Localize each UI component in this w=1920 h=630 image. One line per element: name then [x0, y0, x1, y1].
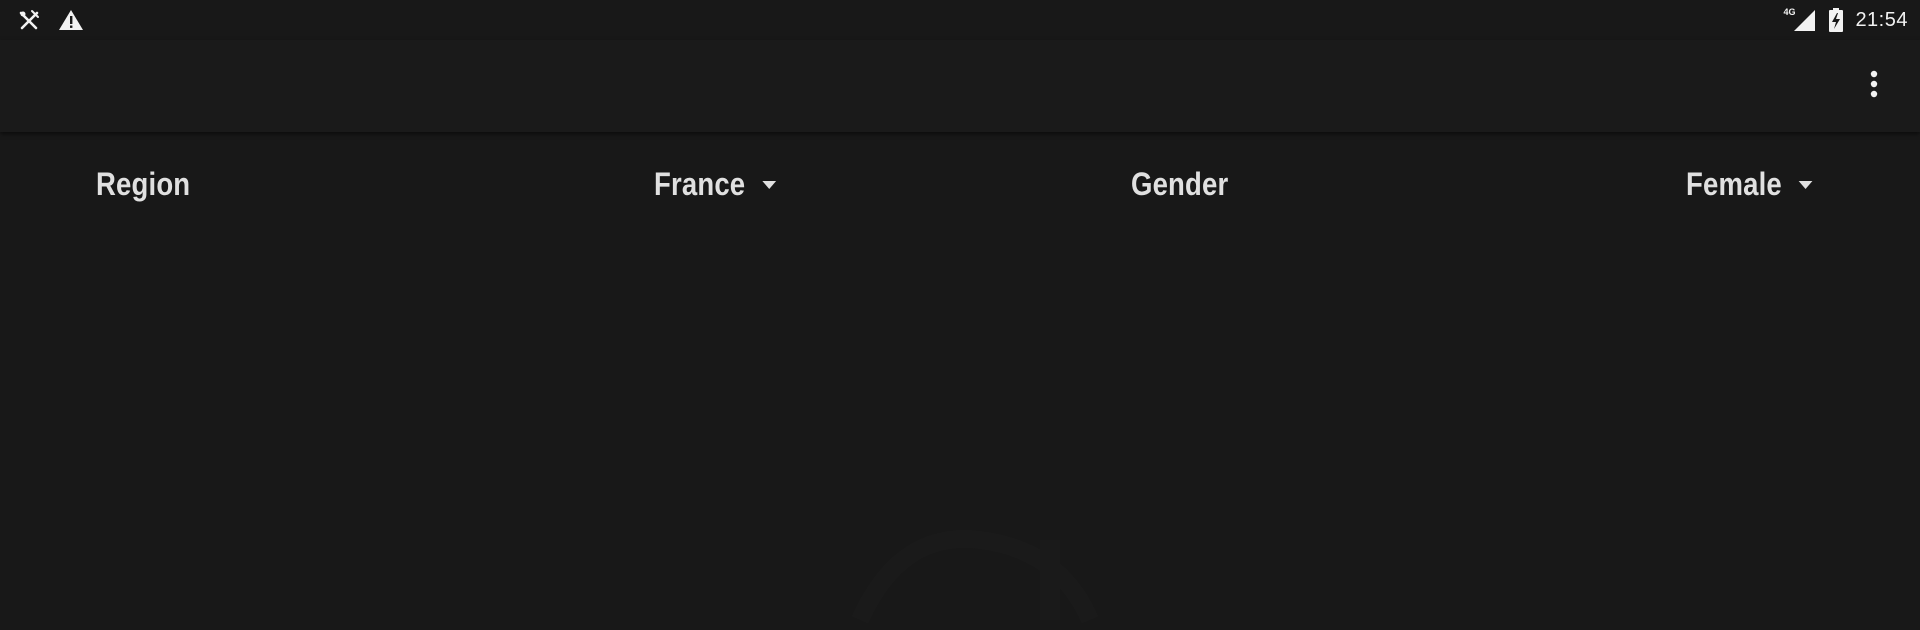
more-vert-icon — [1869, 69, 1879, 104]
status-bar: 4G 21:54 — [0, 0, 1920, 40]
overflow-menu-button[interactable] — [1850, 62, 1898, 110]
battery-charging-icon — [1827, 7, 1845, 33]
network-type-label: 4G — [1783, 7, 1796, 17]
region-label: Region — [96, 166, 191, 202]
region-dropdown-value: France — [654, 166, 746, 202]
background-logo — [840, 520, 1120, 630]
region-dropdown-caret-icon — [762, 181, 777, 189]
gender-label: Gender — [1131, 166, 1229, 202]
status-left-icons — [16, 6, 84, 34]
gender-dropdown[interactable]: Female — [1686, 164, 1813, 204]
status-right-icons: 4G 21:54 — [1783, 6, 1908, 34]
gender-dropdown-caret-icon — [1799, 181, 1813, 189]
warning-icon — [58, 7, 84, 33]
app-screen: 4G 21:54 Region France Gender Female — [0, 0, 1920, 630]
region-dropdown[interactable]: France — [654, 164, 777, 204]
app-bar — [0, 40, 1920, 132]
app-title — [28, 58, 358, 112]
gender-dropdown-value: Female — [1686, 166, 1782, 202]
status-time: 21:54 — [1855, 8, 1908, 31]
tools-icon — [16, 7, 42, 33]
filter-row: Region France Gender Female — [0, 150, 1920, 222]
signal-icon: 4G — [1783, 7, 1817, 33]
